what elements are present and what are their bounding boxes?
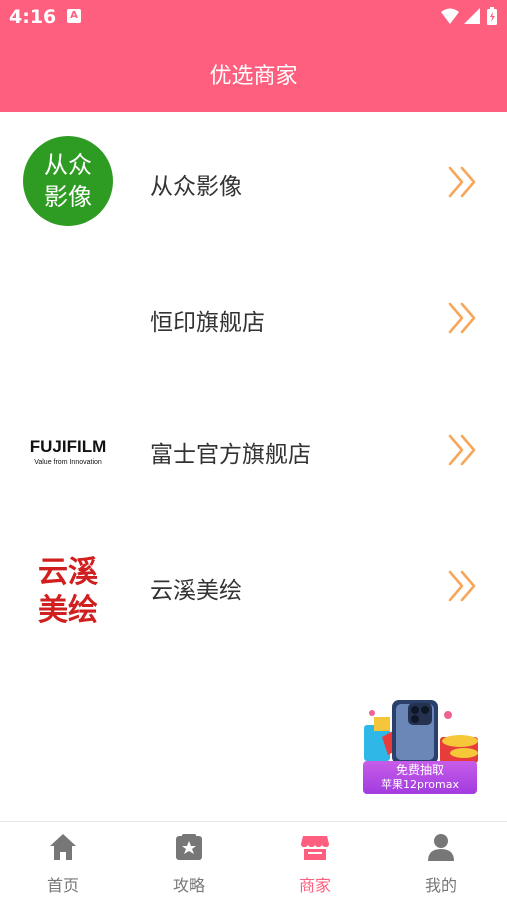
- merchant-logo: 云溪 美绘: [20, 542, 116, 638]
- tab-label: 首页: [46, 876, 79, 895]
- tab-label: 商家: [298, 876, 331, 895]
- promo-line2: 苹果12promax: [381, 778, 459, 791]
- signal-icon: [464, 8, 480, 24]
- user-icon: [428, 834, 454, 861]
- merchant-item[interactable]: 云溪 美绘 云溪美绘: [0, 528, 507, 648]
- merchant-item[interactable]: 恒印旗舰店: [0, 256, 507, 376]
- tab-store[interactable]: 商家: [252, 822, 378, 903]
- svg-text:美绘: 美绘: [38, 593, 98, 628]
- promo-lottery-widget[interactable]: 免费抽取 苹果12promax: [360, 697, 480, 799]
- store-icon: [301, 836, 329, 860]
- gift-phone-icon: [364, 700, 478, 764]
- tab-guide[interactable]: 攻略: [126, 822, 252, 903]
- double-chevron-right-icon: [448, 570, 476, 602]
- app-header: 4:16 A 优选商家: [0, 0, 507, 112]
- tab-profile[interactable]: 我的: [378, 822, 504, 903]
- svg-text:FUJIFILM: FUJIFILM: [30, 437, 107, 456]
- merchant-item[interactable]: FUJIFILM Value from Innovation 富士官方旗舰店: [0, 392, 507, 512]
- merchant-item[interactable]: 从众 影像 从众影像: [0, 120, 507, 240]
- double-chevron-right-icon: [448, 434, 476, 466]
- merchant-name: 云溪美绘: [150, 578, 242, 604]
- guide-icon: [176, 834, 202, 860]
- status-time: 4:16: [9, 6, 57, 28]
- svg-text:影像: 影像: [44, 183, 92, 211]
- merchant-name: 富士官方旗舰店: [150, 442, 311, 468]
- tab-label: 攻略: [172, 876, 205, 895]
- tab-label: 我的: [424, 876, 457, 895]
- battery-icon: [487, 7, 497, 25]
- tab-home[interactable]: 首页: [0, 822, 126, 903]
- status-bar: 4:16 A: [0, 0, 507, 34]
- promo-line1: 免费抽取: [395, 763, 444, 777]
- merchant-logo: 从众 影像: [20, 133, 116, 229]
- merchant-logo: FUJIFILM Value from Innovation: [20, 416, 116, 476]
- bottom-tab-bar: 首页 攻略 商家 我的: [0, 821, 507, 903]
- svg-text:云溪: 云溪: [38, 555, 99, 590]
- wifi-icon: [441, 8, 459, 24]
- double-chevron-right-icon: [448, 302, 476, 334]
- double-chevron-right-icon: [448, 166, 476, 198]
- status-icons: [439, 6, 501, 32]
- svg-text:Value from Innovation: Value from Innovation: [34, 459, 102, 466]
- promo-label: 免费抽取 苹果12promax: [363, 761, 477, 794]
- merchant-name: 从众影像: [150, 174, 242, 200]
- notification-icon: A: [67, 9, 81, 23]
- home-icon: [50, 834, 76, 860]
- page-title: 优选商家: [209, 64, 298, 89]
- merchant-name: 恒印旗舰店: [150, 310, 265, 336]
- svg-text:从众: 从众: [44, 151, 92, 179]
